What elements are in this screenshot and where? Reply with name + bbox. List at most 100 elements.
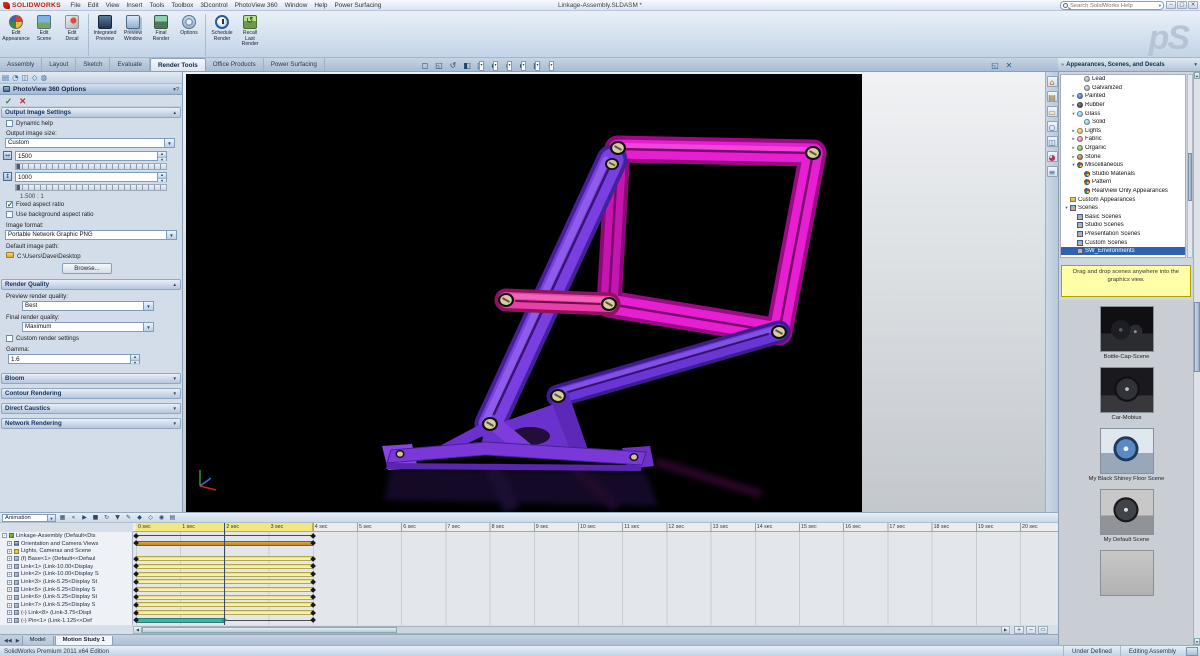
expand-icon[interactable]: + — [7, 587, 12, 592]
tree-item-solid[interactable]: Solid — [1061, 118, 1185, 127]
timeline-tree-item-link-2-link-10-0[interactable]: +Link<2> (Link-10.00<Display S — [0, 571, 133, 579]
study-type-dropdown[interactable]: Animation ▼ — [2, 514, 56, 522]
timeline-tree-item-lights-cameras-an[interactable]: +Lights, Cameras and Scene — [0, 547, 133, 555]
bg-aspect-checkbox[interactable] — [6, 211, 13, 218]
render-preview[interactable] — [186, 74, 862, 512]
scrollbar-thumb[interactable] — [1194, 302, 1200, 372]
menu-photoview-360[interactable]: PhotoView 360 — [231, 2, 281, 9]
gamma-field[interactable]: ▲▼ — [8, 354, 140, 364]
ribbon-options-button[interactable]: Options — [175, 13, 203, 55]
chevron-down-icon[interactable]: ▼ — [164, 139, 174, 147]
ribbon-edit-scene-button[interactable]: EditScene — [30, 13, 58, 55]
custom-render-checkbox[interactable] — [6, 335, 13, 342]
tab-evaluate[interactable]: Evaluate — [110, 58, 150, 71]
help-icon[interactable]: ? — [176, 87, 179, 93]
timeline-tree-item-link-7-link-5-25[interactable]: +Link<7> (Link-5.25<Display S — [0, 601, 133, 609]
scroll-up-icon[interactable]: ▲ — [1194, 72, 1200, 79]
zoom-fit-icon[interactable]: ▭ — [1038, 626, 1048, 634]
chevrons-right-icon[interactable]: » — [1061, 62, 1064, 68]
add-key-icon[interactable]: ◇ — [146, 513, 155, 522]
tree-item-custom-appearances[interactable]: Custom Appearances — [1061, 195, 1185, 204]
animation-wizard-icon[interactable]: ✎ — [124, 513, 133, 522]
tab-motion-study-1[interactable]: Motion Study 1 — [55, 636, 113, 646]
tab-assembly[interactable]: Assembly — [0, 58, 42, 71]
timeline-tree-item-f-base-1-defau[interactable]: +(f) Base<1> (Default<<Defaul — [0, 555, 133, 563]
image-width-field[interactable]: ▲▼ — [15, 151, 167, 161]
timeline-track-area[interactable] — [133, 532, 1058, 625]
dynamic-help-row[interactable]: Dynamic help — [6, 120, 53, 127]
ribbon-preview-window-button[interactable]: PreviewWindow — [119, 13, 147, 55]
scroll-down-icon[interactable]: ▼ — [1194, 638, 1200, 645]
zoom-in-icon[interactable]: + — [1014, 626, 1024, 634]
file-explorer-icon[interactable]: ▭ — [1047, 106, 1058, 117]
timeline-ruler[interactable]: 0 sec1 sec2 sec3 sec4 sec5 sec6 sec7 sec… — [133, 523, 1058, 532]
scroll-right-icon[interactable]: ▶ — [1001, 627, 1009, 633]
dynamic-help-checkbox[interactable] — [6, 120, 13, 127]
quick-tips-icon[interactable] — [1186, 647, 1198, 656]
tree-item-realview-only-appearances[interactable]: RealView Only Appearances — [1061, 187, 1185, 196]
timeline-tree-item-link-6-link-5-25[interactable]: +Link<6> (Link-5.25<Display St — [0, 594, 133, 602]
fixed-aspect-row[interactable]: Fixed aspect ratio — [6, 201, 64, 208]
search-input[interactable] — [1070, 3, 1157, 9]
edit-appearance-icon[interactable]: ●▾ — [518, 60, 528, 72]
pane-scrollbar[interactable]: ▲ ▼ — [1193, 72, 1200, 645]
spin-down-icon[interactable]: ▼ — [131, 360, 139, 366]
timeline-tree-item-link-5-link-5-25[interactable]: +Link<5> (Link-5.25<Display S — [0, 586, 133, 594]
help-search[interactable]: ▾ — [1060, 1, 1164, 10]
expand-icon[interactable]: + — [7, 603, 12, 608]
chevron-down-icon[interactable]: ▼ — [166, 231, 176, 239]
expand-icon[interactable]: + — [7, 580, 12, 585]
section-network-rendering[interactable]: Network Rendering▼ — [1, 418, 181, 429]
solidworks-resources-icon[interactable]: ⌂ — [1047, 76, 1058, 87]
gamma-input[interactable] — [9, 355, 130, 363]
section-view-icon[interactable]: ◧ — [462, 60, 472, 72]
expand-icon[interactable]: + — [7, 595, 12, 600]
image-height-input[interactable] — [16, 173, 157, 181]
timeline-tree-item-link-3-link-5-25[interactable]: +Link<3> (Link-5.25<Display St — [0, 578, 133, 586]
calculate-icon[interactable]: ▦ — [58, 513, 67, 522]
tree-item-lead[interactable]: Lead — [1061, 75, 1185, 84]
collapsed-arrow-icon[interactable]: ▸ — [1070, 128, 1077, 134]
stop-icon[interactable]: ■ — [91, 513, 100, 522]
custom-properties-icon[interactable]: ≡ — [1047, 166, 1058, 177]
tree-item-galvanized[interactable]: Galvanized — [1061, 84, 1185, 93]
ribbon-final-render-button[interactable]: FinalRender — [147, 13, 175, 55]
expand-preview-icon[interactable]: ◱ — [990, 60, 1000, 72]
expanded-arrow-icon[interactable]: ▾ — [1070, 111, 1077, 117]
motor-icon[interactable]: ◉ — [157, 513, 166, 522]
keyframe-diamond[interactable] — [310, 533, 316, 539]
tree-item-fabric[interactable]: ▸Fabric — [1061, 135, 1185, 144]
hide-show-items-icon[interactable]: ◎▾ — [504, 60, 514, 72]
tree-item-scenes[interactable]: ▾Scenes — [1061, 204, 1185, 213]
timeline-tree-item-pin-1-link-1[interactable]: +(-) Pin<1> (Link-1.125<<Def — [0, 617, 133, 625]
ribbon-edit-appearance-button[interactable]: EditAppearance — [2, 13, 30, 55]
view-settings-icon[interactable]: ☀▾ — [546, 60, 556, 72]
display-style-icon[interactable]: ◐▾ — [490, 60, 500, 72]
image-width-slider[interactable] — [15, 163, 167, 170]
browse-button[interactable]: Browse... — [62, 263, 112, 274]
autokey-icon[interactable]: ◆ — [135, 513, 144, 522]
scene-thumbnail-my-default-scene[interactable]: My Default Scene — [1100, 489, 1154, 543]
timeline-tree-item-linkage-assembly[interactable]: -Linkage-Assembly (Default<Dis — [0, 532, 133, 540]
keyframe-diamond[interactable] — [133, 533, 139, 539]
timeline-playhead[interactable] — [224, 523, 225, 625]
save-animation-icon[interactable]: ▼ — [113, 513, 122, 522]
preview-quality-dropdown[interactable]: Best ▼ — [22, 301, 154, 311]
tree-item-basic-scenes[interactable]: Basic Scenes — [1061, 213, 1185, 222]
menu-toolbox[interactable]: Toolbox — [168, 2, 197, 9]
tab-office-products[interactable]: Office Products — [206, 58, 264, 71]
expand-icon[interactable]: + — [7, 618, 12, 623]
timeline-tree-item-link-1-link-10-0[interactable]: +Link<1> (Link-10.00<Display — [0, 563, 133, 571]
ok-button[interactable]: ✓ — [5, 96, 12, 106]
previous-view-icon[interactable]: ↺ — [448, 60, 458, 72]
results-icon[interactable]: ▤ — [168, 513, 177, 522]
collapsed-arrow-icon[interactable]: ▸ — [1070, 136, 1077, 142]
expanded-arrow-icon[interactable]: ▾ — [1063, 205, 1070, 211]
ribbon-recall-last-render-button[interactable]: RecallLastRender — [236, 13, 264, 55]
cancel-button[interactable]: ✕ — [19, 96, 26, 106]
play-from-start-icon[interactable]: « — [69, 513, 78, 522]
chevron-down-icon[interactable]: ▼ — [143, 302, 153, 310]
bg-aspect-row[interactable]: Use background aspect ratio — [6, 211, 94, 218]
menu-file[interactable]: File — [67, 2, 84, 9]
custom-render-row[interactable]: Custom render settings — [6, 335, 79, 342]
